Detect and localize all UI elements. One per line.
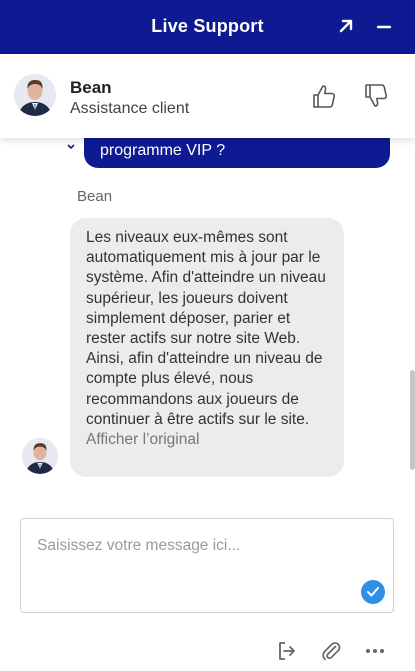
chevron-down-icon — [66, 138, 76, 150]
checkmark-icon — [367, 587, 379, 597]
message-input[interactable] — [37, 537, 337, 555]
agent-header: Bean Assistance client — [0, 54, 415, 138]
avatar — [22, 438, 58, 474]
user-message-text: programme VIP ? — [100, 142, 226, 159]
show-original-link[interactable]: Afficher l’original — [86, 431, 199, 448]
send-button[interactable] — [361, 580, 385, 604]
agent-name: Bean — [70, 78, 112, 97]
paperclip-icon[interactable] — [320, 640, 342, 662]
chat-scrollbar[interactable] — [410, 370, 415, 470]
arrow-up-right-icon[interactable] — [332, 12, 360, 40]
thumbs-up-icon[interactable] — [310, 82, 338, 110]
agent-message-text: Les niveaux eux-mêmes sont automatiqueme… — [86, 229, 326, 348]
agent-role: Assistance client — [70, 100, 190, 117]
minus-icon[interactable] — [370, 12, 398, 40]
more-dots-icon[interactable] — [364, 640, 386, 662]
thumbs-down-icon[interactable] — [362, 82, 390, 110]
user-message-bubble: programme VIP ? — [84, 138, 390, 168]
exit-chat-icon[interactable] — [276, 640, 298, 662]
agent-message-text-2: Ainsi, afin d'atteindre un niveau de com… — [86, 350, 323, 428]
message-sender-name: Bean — [77, 188, 113, 205]
avatar — [14, 74, 56, 116]
chat-history[interactable]: programme VIP ? Bean Les niveaux eux-mêm… — [0, 138, 415, 500]
message-composer — [20, 518, 394, 613]
window-header: Live Support — [0, 0, 415, 54]
agent-message-bubble: Les niveaux eux-mêmes sont automatiqueme… — [70, 218, 344, 477]
